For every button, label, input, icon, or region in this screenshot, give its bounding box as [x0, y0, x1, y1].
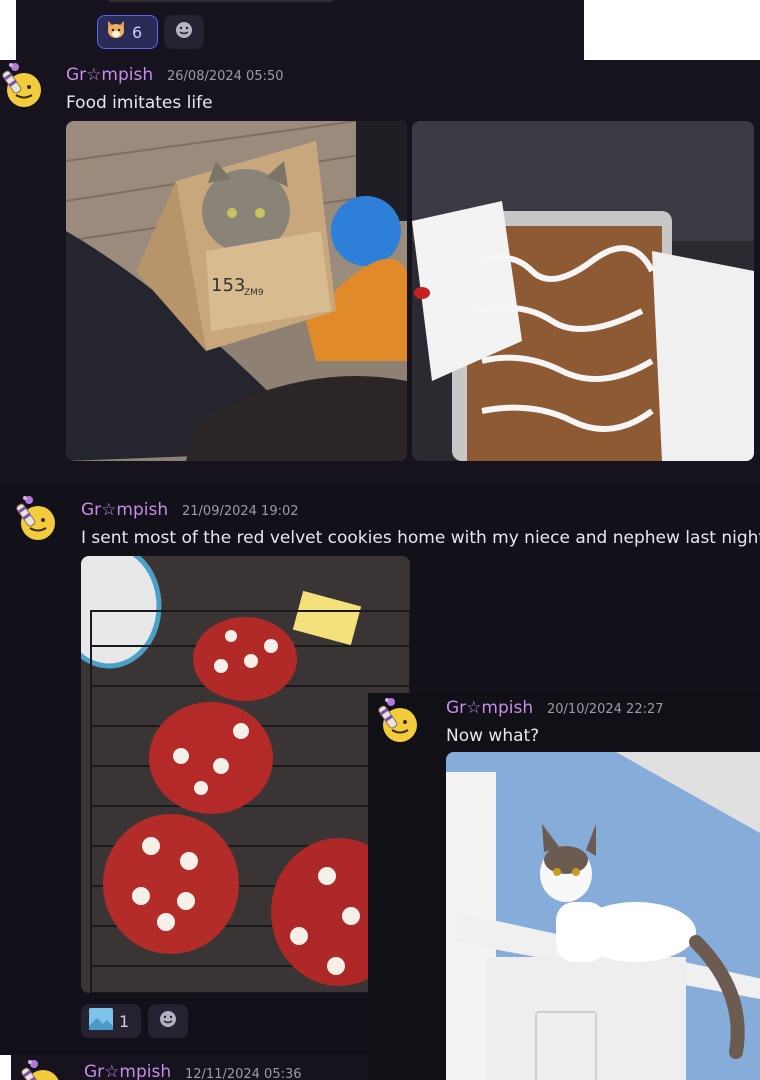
add-reaction-button[interactable]	[164, 15, 204, 49]
image-sticker-icon	[89, 1008, 113, 1034]
reaction-count: 1	[119, 1011, 130, 1031]
iced-loaf-photo[interactable]	[412, 121, 754, 461]
message-timestamp: 12/11/2024 05:36	[185, 1067, 302, 1080]
box-label-number: 153	[211, 275, 245, 296]
message-panel: Gr☆mpish 26/08/2024 05:50 Food imitates …	[0, 60, 760, 485]
smiley-icon	[158, 1009, 178, 1033]
smiley-icon	[174, 20, 194, 44]
cat-on-door-photo[interactable]	[446, 752, 760, 1080]
add-reaction-button[interactable]	[148, 1004, 188, 1038]
box-label-code: ZM9	[244, 288, 264, 298]
message-timestamp: 26/08/2024 05:50	[167, 69, 284, 84]
previous-image-remnant	[106, 0, 336, 2]
message-panel: Gr☆mpish 20/10/2024 22:27 Now what?	[368, 693, 760, 1080]
reaction-pill[interactable]: 6	[97, 15, 158, 49]
user-avatar[interactable]	[0, 60, 44, 110]
username[interactable]: Gr☆mpish	[66, 65, 153, 85]
reaction-pill[interactable]: 1	[81, 1004, 141, 1038]
user-avatar[interactable]	[12, 493, 58, 543]
user-avatar[interactable]	[17, 1057, 63, 1080]
username[interactable]: Gr☆mpish	[81, 500, 168, 520]
username[interactable]: Gr☆mpish	[84, 1062, 171, 1080]
message-panel: Gr☆mpish 12/11/2024 05:36	[11, 1055, 368, 1080]
message-timestamp: 21/09/2024 19:02	[182, 504, 299, 519]
red-velvet-cookies-photo[interactable]	[81, 556, 410, 993]
message-text: I sent most of the red velvet cookies ho…	[81, 528, 760, 548]
fox-face-icon	[106, 21, 126, 43]
reaction-count: 6	[132, 22, 143, 42]
message-text: Food imitates life	[66, 93, 213, 113]
previous-message-panel: 6	[16, 0, 584, 60]
user-avatar[interactable]	[374, 695, 420, 745]
username[interactable]: Gr☆mpish	[446, 698, 533, 718]
cat-in-box-photo[interactable]: 153 ZM9	[66, 121, 407, 461]
message-timestamp: 20/10/2024 22:27	[547, 702, 664, 717]
message-text: Now what?	[446, 726, 540, 746]
